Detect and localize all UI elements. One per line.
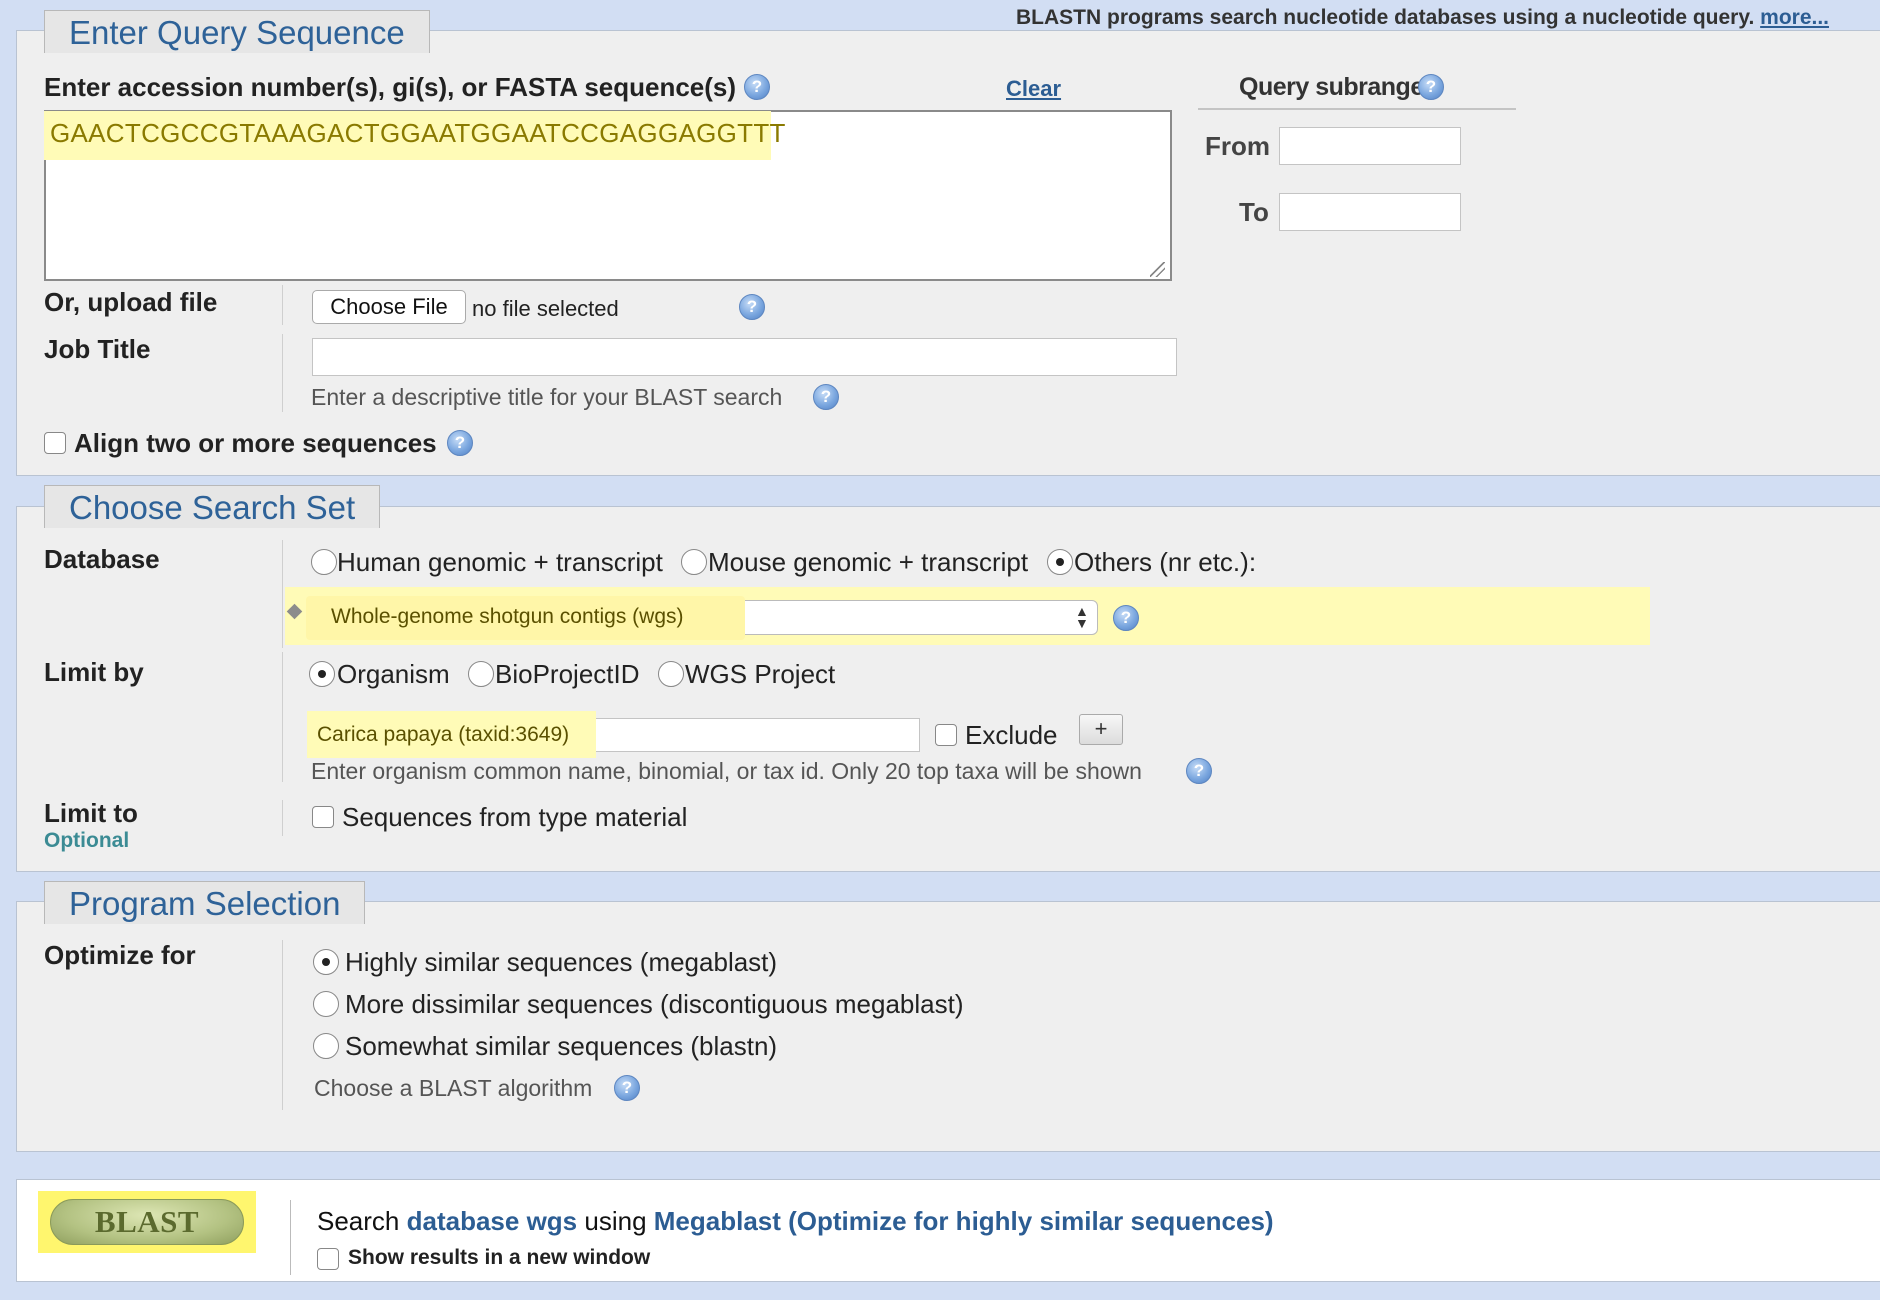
program-tab-title: Program Selection (44, 881, 366, 924)
divider (282, 800, 283, 836)
type-material-label: Sequences from type material (342, 802, 688, 832)
help-icon[interactable] (1186, 758, 1212, 784)
query-tab-title: Enter Query Sequence (44, 10, 430, 53)
db-radio-others[interactable] (1047, 549, 1073, 575)
program-option-discontiguous: More dissimilar sequences (discontiguous… (345, 989, 964, 1019)
help-icon[interactable] (614, 1075, 640, 1101)
search-summary: Search database wgs using Megablast (Opt… (317, 1206, 1274, 1237)
choose-file-button[interactable]: Choose File (312, 290, 466, 324)
organism-value[interactable]: Carica papaya (taxid:3649) (317, 723, 569, 747)
limit-radio-bioproject[interactable] (468, 661, 494, 687)
program-note-text: BLASTN programs search nucleotide databa… (1016, 6, 1755, 29)
divider (282, 334, 283, 412)
limit-radio-wgs[interactable] (658, 661, 684, 687)
summary-mid: using (584, 1206, 647, 1236)
help-icon[interactable] (739, 294, 765, 320)
limit-option-organism: Organism (337, 659, 450, 689)
to-input[interactable] (1279, 193, 1461, 231)
align-label: Align two or more sequences (74, 428, 437, 458)
program-option-megablast: Highly similar sequences (megablast) (345, 947, 778, 977)
program-radio-blastn[interactable] (313, 1033, 339, 1059)
upload-label: Or, upload file (44, 287, 218, 317)
sequence-label: Enter accession number(s), gi(s), or FAS… (44, 72, 737, 102)
program-radio-megablast[interactable] (313, 949, 339, 975)
job-title-label: Job Title (44, 334, 151, 364)
help-icon[interactable] (1418, 74, 1444, 100)
summary-program-link[interactable]: Megablast (Optimize for highly similar s… (654, 1206, 1274, 1236)
algorithm-hint: Choose a BLAST algorithm (314, 1075, 593, 1101)
limit-by-label: Limit by (44, 657, 144, 687)
program-radio-discontiguous[interactable] (313, 991, 339, 1017)
divider (290, 1200, 291, 1275)
new-window-checkbox[interactable] (317, 1248, 339, 1270)
clear-link[interactable]: Clear (1006, 76, 1061, 102)
more-link[interactable]: more... (1760, 6, 1829, 29)
database-select-value: Whole-genome shotgun contigs (wgs) (331, 605, 684, 628)
database-label: Database (44, 544, 160, 574)
add-organism-button[interactable]: + (1079, 714, 1123, 745)
limit-to-label: Limit to (44, 798, 138, 828)
blast-button[interactable]: BLAST (50, 1199, 244, 1245)
new-window-label: Show results in a new window (348, 1246, 651, 1269)
summary-database-link[interactable]: database wgs (407, 1206, 578, 1236)
db-option-human: Human genomic + transcript (337, 547, 663, 577)
no-file-text: no file selected (472, 296, 619, 321)
from-label: From (1205, 131, 1270, 161)
subrange-title: Query subrange (1239, 73, 1424, 101)
divider (282, 540, 283, 648)
divider (282, 940, 283, 1110)
from-input[interactable] (1279, 127, 1461, 165)
optimize-label: Optimize for (44, 940, 196, 970)
program-panel (16, 901, 1880, 1152)
job-title-hint: Enter a descriptive title for your BLAST… (311, 384, 783, 410)
type-material-checkbox[interactable] (312, 806, 334, 828)
optional-label: Optional (44, 829, 130, 852)
program-note: BLASTN programs search nucleotide databa… (1016, 6, 1829, 30)
db-option-others: Others (nr etc.): (1074, 547, 1257, 577)
help-icon[interactable] (813, 384, 839, 410)
organism-hint: Enter organism common name, binomial, or… (311, 758, 1142, 784)
program-option-blastn: Somewhat similar sequences (blastn) (345, 1031, 778, 1061)
help-icon[interactable] (447, 430, 473, 456)
subrange-divider (1198, 108, 1516, 110)
help-icon[interactable] (744, 74, 770, 100)
limit-option-bioproject: BioProjectID (495, 659, 640, 689)
limit-option-wgs: WGS Project (685, 659, 836, 689)
job-title-input[interactable] (312, 338, 1177, 376)
divider (282, 652, 283, 782)
exclude-checkbox[interactable] (935, 724, 957, 746)
to-label: To (1239, 197, 1269, 227)
exclude-label: Exclude (965, 720, 1058, 750)
resize-grip-icon[interactable] (1150, 262, 1165, 277)
select-arrows-icon: ▲ ▼ (1075, 603, 1089, 631)
search-set-tab-title: Choose Search Set (44, 485, 381, 528)
help-icon[interactable] (1113, 605, 1139, 631)
db-radio-human[interactable] (311, 549, 337, 575)
align-checkbox[interactable] (44, 432, 66, 454)
sequence-value[interactable]: GAACTCGCCGTAAAGACTGGAATGGAATCCGAGGAGGTTT (50, 118, 786, 149)
summary-prefix: Search (317, 1206, 400, 1236)
db-option-mouse: Mouse genomic + transcript (708, 547, 1029, 577)
db-radio-mouse[interactable] (681, 549, 707, 575)
limit-radio-organism[interactable] (309, 661, 335, 687)
divider (282, 285, 283, 325)
